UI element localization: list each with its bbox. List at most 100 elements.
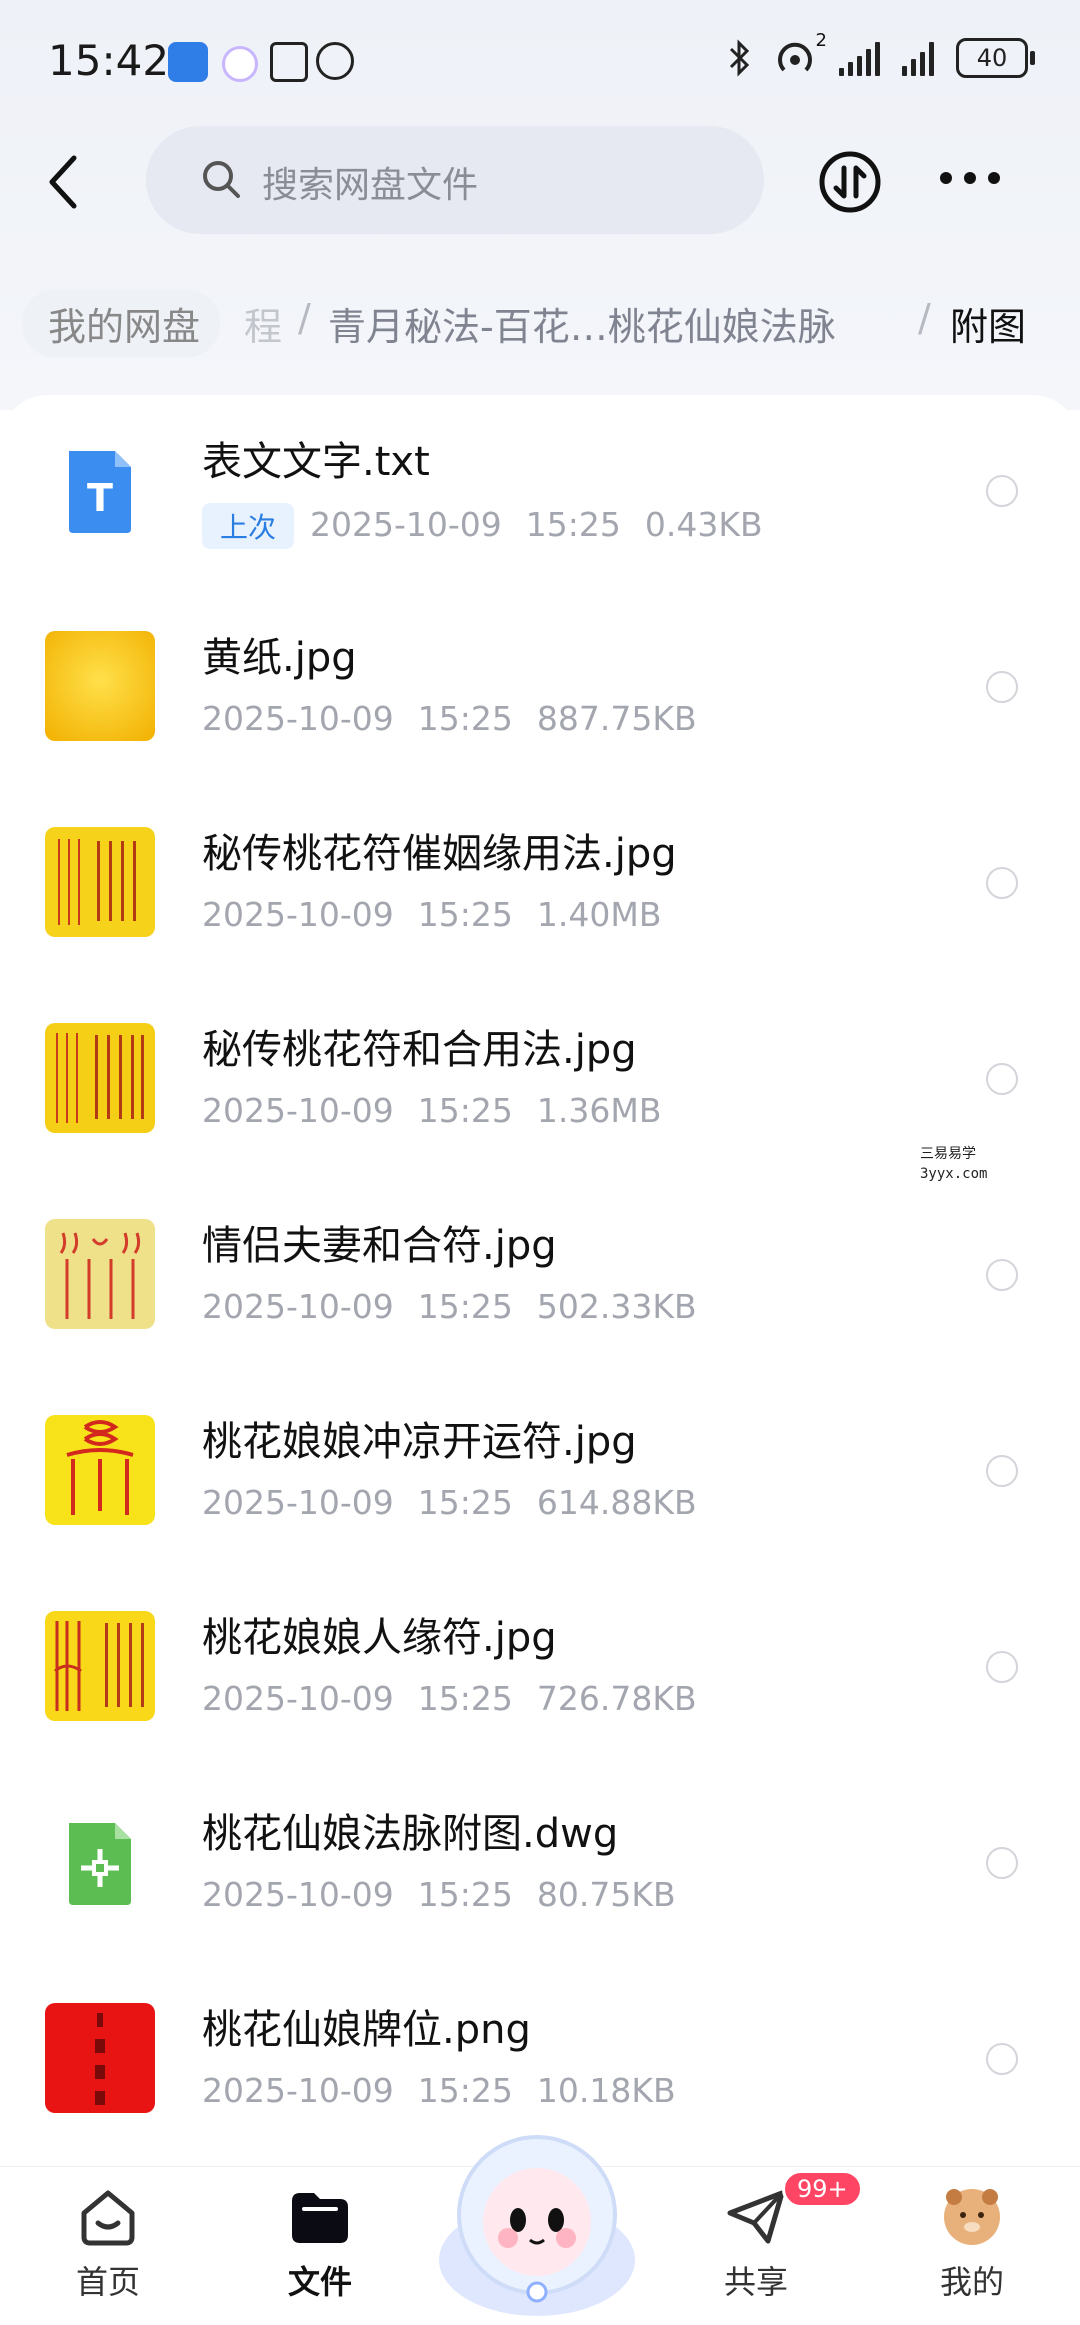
- home-icon: [81, 2190, 135, 2246]
- list-item[interactable]: 桃花仙娘法脉附图.dwg 2025-10-09 15:25 80.75KB: [0, 1767, 1080, 1963]
- file-size: 1.36MB: [536, 1091, 662, 1130]
- file-meta: 2025-10-09 15:25 10.18KB: [202, 2071, 700, 2110]
- breadcrumb-current: 附图: [950, 305, 1027, 349]
- file-date: 2025-10-09: [202, 1287, 394, 1326]
- select-checkbox[interactable]: [986, 867, 1018, 899]
- file-time: 15:25: [525, 504, 621, 544]
- list-item[interactable]: T 表文文字.txt 上次 2025-10-09 15:25 0.43KB: [0, 395, 1080, 591]
- list-item[interactable]: 秘传桃花符催姻缘用法.jpg 2025-10-09 15:25 1.40MB: [0, 787, 1080, 983]
- file-name: 桃花娘娘冲凉开运符.jpg: [202, 1419, 637, 1465]
- file-name: 秘传桃花符和合用法.jpg: [202, 1027, 637, 1073]
- file-meta: 2025-10-09 15:25 887.75KB: [202, 699, 721, 738]
- breadcrumb-home[interactable]: 我的网盘: [22, 290, 221, 357]
- file-name: 黄纸.jpg: [202, 635, 357, 681]
- file-date: 2025-10-09: [202, 2071, 394, 2110]
- file-time: 15:25: [417, 1483, 513, 1522]
- breadcrumb-separator: /: [918, 296, 931, 340]
- tab-home[interactable]: 首页: [38, 2187, 178, 2303]
- select-checkbox[interactable]: [986, 1847, 1018, 1879]
- avatar: [944, 2189, 1000, 2245]
- mascot-assistant-button[interactable]: [432, 2110, 642, 2320]
- file-size: 80.75KB: [536, 1875, 676, 1914]
- cloud-app-icon: [222, 46, 258, 82]
- tab-files[interactable]: 文件: [250, 2187, 390, 2303]
- file-time: 15:25: [417, 895, 513, 934]
- talisman-thumbnail: [45, 1023, 155, 1133]
- nfc-icon: [270, 42, 308, 82]
- hotspot-icon: 2: [775, 30, 827, 78]
- select-checkbox[interactable]: [986, 671, 1018, 703]
- alarm-icon: [316, 42, 354, 80]
- file-date: 2025-10-09: [202, 1483, 394, 1522]
- battery-indicator: 40: [956, 38, 1035, 78]
- transfer-list-button[interactable]: [818, 150, 882, 214]
- share-notification-badge: 99+: [782, 2170, 863, 2208]
- status-bar: 15:42 2 40: [0, 0, 1080, 120]
- more-options-button[interactable]: [940, 172, 1000, 184]
- bluetooth-icon: [729, 39, 750, 77]
- folder-icon: [292, 2193, 348, 2243]
- search-input[interactable]: 搜索网盘文件: [146, 126, 764, 234]
- file-name: 表文文字.txt: [202, 439, 430, 485]
- select-checkbox[interactable]: [986, 1063, 1018, 1095]
- tab-share-label: 共享: [723, 2263, 788, 2301]
- select-checkbox[interactable]: [986, 1651, 1018, 1683]
- file-name: 桃花仙娘法脉附图.dwg: [202, 1811, 619, 1857]
- talisman-thumbnail: [45, 1415, 155, 1525]
- last-opened-badge: 上次: [202, 503, 295, 549]
- file-time: 15:25: [417, 699, 513, 738]
- file-size: 614.88KB: [536, 1483, 697, 1522]
- file-date: 2025-10-09: [310, 504, 502, 544]
- app-notification-icon: [168, 42, 208, 82]
- search-icon: [203, 161, 240, 198]
- file-meta: 2025-10-09 15:25 726.78KB: [202, 1679, 721, 1718]
- list-item[interactable]: 秘传桃花符和合用法.jpg 2025-10-09 15:25 1.36MB: [0, 983, 1080, 1179]
- talisman-thumbnail: [45, 1219, 155, 1329]
- watermark-line1: 三易易学: [920, 1146, 976, 1162]
- breadcrumb-separator: /: [298, 296, 311, 340]
- red-tablet-thumbnail: [45, 2003, 155, 2113]
- watermark-line2: 3yyx.com: [920, 1166, 988, 1182]
- back-button[interactable]: [40, 150, 90, 214]
- file-date: 2025-10-09: [202, 699, 394, 738]
- file-name: 桃花娘娘人缘符.jpg: [202, 1615, 557, 1661]
- file-time: 15:25: [417, 1679, 513, 1718]
- file-date: 2025-10-09: [202, 895, 394, 934]
- file-size: 0.43KB: [644, 504, 763, 544]
- file-time: 15:25: [417, 2071, 513, 2110]
- search-placeholder: 搜索网盘文件: [262, 165, 479, 206]
- file-size: 1.40MB: [536, 895, 662, 934]
- file-date: 2025-10-09: [202, 1875, 394, 1914]
- file-meta: 2025-10-09 15:25 80.75KB: [202, 1875, 700, 1914]
- svg-text:T: T: [87, 476, 113, 520]
- talisman-thumbnail: [45, 827, 155, 937]
- tab-profile[interactable]: 我的: [902, 2187, 1042, 2303]
- select-checkbox[interactable]: [986, 2043, 1018, 2075]
- paper-plane-icon: [727, 2190, 785, 2244]
- yellow-paper-thumbnail: [45, 631, 155, 741]
- file-size: 887.75KB: [536, 699, 697, 738]
- select-checkbox[interactable]: [986, 1259, 1018, 1291]
- file-time: 15:25: [417, 1287, 513, 1326]
- file-meta: 2025-10-09 15:25 1.40MB: [202, 895, 685, 934]
- select-checkbox[interactable]: [986, 1455, 1018, 1487]
- signal-2-icon: [902, 40, 934, 76]
- txt-file-icon: T: [45, 435, 155, 545]
- talisman-thumbnail: [45, 1611, 155, 1721]
- list-item[interactable]: 黄纸.jpg 2025-10-09 15:25 887.75KB: [0, 591, 1080, 787]
- list-item[interactable]: 桃花娘娘人缘符.jpg 2025-10-09 15:25 726.78KB: [0, 1571, 1080, 1767]
- select-checkbox[interactable]: [986, 475, 1018, 507]
- file-meta: 上次 2025-10-09 15:25 0.43KB: [202, 503, 787, 549]
- breadcrumb-middle[interactable]: 青月秘法-百花…桃花仙娘法脉: [328, 296, 836, 351]
- breadcrumb-partial[interactable]: 程: [244, 296, 282, 351]
- file-name: 情侣夫妻和合符.jpg: [202, 1223, 557, 1269]
- dwg-file-icon: [45, 1807, 155, 1917]
- hotspot-count: 2: [815, 30, 827, 51]
- tab-profile-label: 我的: [939, 2263, 1004, 2301]
- file-size: 10.18KB: [536, 2071, 676, 2110]
- watermark: 三易易学 3yyx.com: [920, 1144, 987, 1184]
- list-item[interactable]: 情侣夫妻和合符.jpg 2025-10-09 15:25 502.33KB: [0, 1179, 1080, 1375]
- list-item[interactable]: 桃花娘娘冲凉开运符.jpg 2025-10-09 15:25 614.88KB: [0, 1375, 1080, 1571]
- file-name: 秘传桃花符催姻缘用法.jpg: [202, 831, 677, 877]
- file-size: 502.33KB: [536, 1287, 697, 1326]
